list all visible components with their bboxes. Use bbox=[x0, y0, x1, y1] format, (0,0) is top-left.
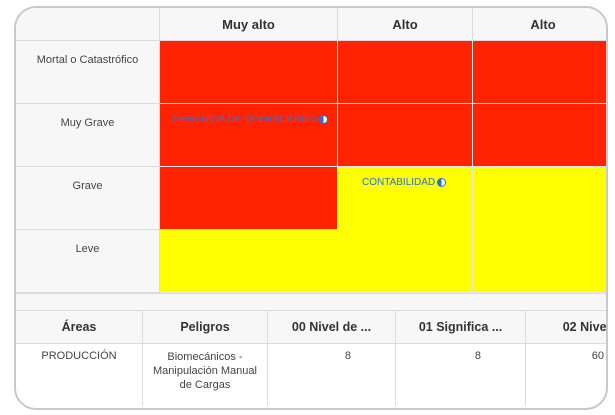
matrix-cell[interactable] bbox=[160, 167, 338, 230]
matrix-cell[interactable] bbox=[473, 167, 606, 230]
matrix-corner bbox=[16, 8, 160, 41]
table-cell-value: 60 bbox=[591, 350, 604, 362]
table-cell-area: PRODUCCIÓN bbox=[16, 344, 143, 406]
matrix-column-header: Muy alto bbox=[160, 8, 338, 41]
matrix-cell[interactable] bbox=[338, 41, 473, 104]
table-header-areas[interactable]: Áreas bbox=[16, 310, 143, 344]
matrix-row-label: Mortal o Catastrófico bbox=[16, 41, 160, 104]
area-tag[interactable]: GERENCIA DE OPERACIONES bbox=[173, 114, 329, 125]
matrix-cell[interactable] bbox=[338, 104, 473, 167]
risk-matrix-panel: Muy alto Alto Alto Mortal o Catastrófico… bbox=[14, 6, 608, 410]
matrix-cell[interactable]: GERENCIA DE OPERACIONES bbox=[160, 104, 338, 167]
table-header-col1[interactable]: 01 Significa ... bbox=[396, 310, 526, 344]
table-header-col2[interactable]: 02 Nivel bbox=[526, 310, 606, 344]
matrix-row-label: Grave bbox=[16, 167, 160, 230]
matrix-cell[interactable] bbox=[473, 41, 606, 104]
matrix-cell[interactable] bbox=[160, 230, 338, 293]
area-tag-label: CONTABILIDAD bbox=[362, 177, 436, 188]
matrix-column-header: Alto bbox=[338, 8, 473, 41]
matrix-row-label: Leve bbox=[16, 230, 160, 293]
area-tag[interactable]: CONTABILIDAD bbox=[362, 177, 447, 188]
table-header-peligros[interactable]: Peligros bbox=[143, 310, 268, 344]
table-header-col0[interactable]: 00 Nivel de ... bbox=[268, 310, 396, 344]
half-circle-icon bbox=[319, 115, 329, 124]
table-cell-peligro: Biomecánicos - Manipulación Manual de Ca… bbox=[143, 344, 268, 406]
section-divider bbox=[16, 293, 606, 311]
table-cell-value: 8 bbox=[268, 344, 396, 406]
half-circle-icon bbox=[437, 178, 447, 187]
area-tag-label: GERENCIA DE OPERACIONES bbox=[173, 114, 318, 125]
table-cell-value: 8 bbox=[396, 344, 526, 406]
matrix-cell[interactable]: CONTABILIDAD bbox=[338, 167, 473, 230]
matrix-cell[interactable] bbox=[473, 230, 606, 293]
matrix-cell[interactable] bbox=[160, 41, 338, 104]
matrix-column-header: Alto bbox=[473, 8, 606, 41]
matrix-row-label: Muy Grave bbox=[16, 104, 160, 167]
matrix-cell[interactable] bbox=[338, 230, 473, 293]
matrix-cell[interactable] bbox=[473, 104, 606, 167]
risk-matrix: Muy alto Alto Alto Mortal o Catastrófico… bbox=[16, 8, 606, 293]
